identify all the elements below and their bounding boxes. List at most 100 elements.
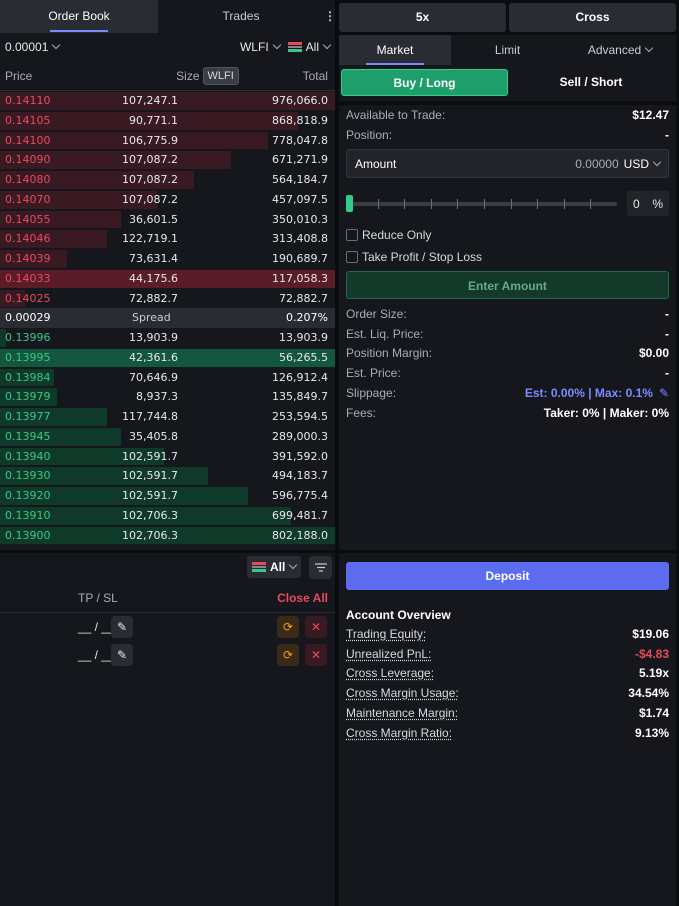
bid-row[interactable]: 0.13945 35,405.8 289,000.3 (0, 427, 335, 447)
edit-tpsl-button[interactable]: ✎ (111, 644, 133, 666)
account-row-label[interactable]: Cross Margin Ratio: (346, 726, 452, 740)
account-row-label[interactable]: Maintenance Margin: (346, 706, 458, 720)
ask-size: 107,247.1 (122, 94, 178, 107)
bid-row[interactable]: 0.13940 102,591.7 391,592.0 (0, 447, 335, 467)
amount-unit-select[interactable]: USD (624, 157, 649, 171)
ask-row[interactable]: 0.14033 44,175.6 117,058.3 (0, 269, 335, 289)
edit-tpsl-button[interactable]: ✎ (111, 616, 133, 638)
tab-trades[interactable]: Trades (158, 0, 324, 33)
account-summary: Available to Trade: $12.47 Position: - (339, 105, 676, 145)
col-tpsl: TP / SL (78, 591, 118, 605)
reduce-only-checkbox[interactable]: Reduce Only (346, 228, 431, 242)
bid-total: 135,849.7 (272, 390, 328, 404)
bid-row[interactable]: 0.13910 102,706.3 699,481.7 (0, 506, 335, 526)
bid-row[interactable]: 0.13920 102,591.7 596,775.4 (0, 486, 335, 506)
bid-size: 102,706.3 (122, 528, 178, 542)
bid-total: 253,594.5 (272, 410, 328, 423)
filter-icon[interactable] (309, 556, 332, 579)
tpsl-checkbox[interactable]: Take Profit / Stop Loss (346, 250, 482, 264)
tpsl-label: Take Profit / Stop Loss (362, 250, 483, 264)
bid-row[interactable]: 0.13977 117,744.8 253,594.5 (0, 407, 335, 427)
bid-size: 13,903.9 (129, 331, 178, 344)
slider-tick (484, 199, 485, 209)
bid-row[interactable]: 0.13995 42,361.6 56,265.5 (0, 348, 335, 368)
deposit-button[interactable]: Deposit (346, 562, 669, 590)
positions-filter-select[interactable]: All (247, 556, 302, 578)
tab-limit[interactable]: Limit (451, 35, 564, 65)
bid-row[interactable]: 0.13979 8,937.3 135,849.7 (0, 387, 335, 407)
size-slider[interactable] (346, 189, 621, 219)
bid-price: 0.13995 (5, 350, 51, 364)
bid-price: 0.13945 (5, 429, 51, 443)
reverse-position-button[interactable]: ⟳ (277, 616, 299, 638)
more-options-icon[interactable]: ⋮ (324, 0, 336, 33)
account-row-label[interactable]: Cross Leverage: (346, 666, 434, 680)
slippage-value[interactable]: Est: 0.00% | Max: 0.1% (525, 386, 653, 400)
slippage-row: Slippage: Est: 0.00% | Max: 0.1% ✎ (339, 383, 676, 403)
ask-row[interactable]: 0.14046 122,719.1 313,408.8 (0, 229, 335, 249)
tab-advanced[interactable]: Advanced (564, 35, 676, 65)
ask-price: 0.14090 (5, 153, 51, 167)
account-row: Cross Leverage: 5.19x (339, 664, 676, 684)
buy-long-button[interactable]: Buy / Long (341, 69, 508, 96)
leverage-button[interactable]: 5x (339, 3, 506, 32)
bid-size: 117,744.8 (122, 410, 178, 423)
fees-row: Fees: Taker: 0% | Maker: 0% (339, 403, 676, 423)
order-type-tabs: Market Limit Advanced (339, 35, 676, 65)
ask-row[interactable]: 0.14090 107,087.2 671,271.9 (0, 150, 335, 170)
ask-row[interactable]: 0.14070 107,087.2 457,097.5 (0, 190, 335, 210)
col-price: Price (5, 68, 33, 83)
size-unit-badge[interactable]: WLFI (202, 66, 239, 85)
side-filter-select[interactable]: All (287, 40, 332, 54)
reverse-position-button[interactable]: ⟳ (277, 644, 299, 666)
amount-field[interactable]: Amount 0.00000 USD (346, 149, 669, 178)
bid-row[interactable]: 0.13930 102,591.7 494,183.7 (0, 466, 335, 486)
account-row-label[interactable]: Unrealized PnL: (346, 647, 431, 661)
ask-row[interactable]: 0.14105 90,771.1 868,818.9 (0, 111, 335, 131)
pencil-icon[interactable]: ✎ (659, 386, 669, 400)
ask-price: 0.14110 (5, 94, 51, 107)
bids-list: 0.13996 13,903.9 13,903.9 0.13995 42,361.6 56… (0, 328, 335, 545)
slider-handle[interactable] (346, 195, 353, 212)
position-margin-label: Position Margin: (346, 346, 433, 361)
positions-panel: All TP / SL Close All __ / __ ✎ ⟳ ✕ __ /… (0, 553, 335, 906)
side-selector: Buy / Long Sell / Short (341, 69, 674, 96)
bid-total: 699,481.7 (272, 508, 328, 522)
tick-size-value: 0.00001 (5, 40, 49, 54)
ask-row[interactable]: 0.14039 73,631.4 190,689.7 (0, 249, 335, 269)
ask-row[interactable]: 0.14100 106,775.9 778,047.8 (0, 131, 335, 151)
close-position-button[interactable]: ✕ (305, 644, 327, 666)
coin-select[interactable]: WLFI (240, 40, 281, 54)
margin-mode-button[interactable]: Cross (509, 3, 676, 32)
sell-short-button[interactable]: Sell / Short (508, 69, 674, 96)
ask-total: 778,047.8 (272, 133, 328, 147)
ask-row[interactable]: 0.14080 107,087.2 564,184.7 (0, 170, 335, 190)
close-position-button[interactable]: ✕ (305, 616, 327, 638)
ask-price: 0.14025 (5, 291, 51, 305)
ask-size: 107,087.2 (122, 192, 178, 206)
bid-total: 126,912.4 (272, 370, 328, 384)
bid-total: 56,265.5 (279, 350, 328, 364)
ask-row[interactable]: 0.14055 36,601.5 350,010.3 (0, 210, 335, 230)
account-row: Unrealized PnL: -$4.83 (339, 644, 676, 664)
bid-row[interactable]: 0.13984 70,646.9 126,912.4 (0, 368, 335, 388)
tab-order-book[interactable]: Order Book (0, 0, 158, 33)
account-row-label[interactable]: Cross Margin Usage: (346, 686, 459, 700)
bid-price: 0.13977 (5, 410, 51, 423)
est-price-value: - (665, 366, 669, 381)
ask-row[interactable]: 0.14025 72,882.7 72,882.7 (0, 289, 335, 309)
tab-market[interactable]: Market (339, 35, 451, 65)
enter-amount-button[interactable]: Enter Amount (346, 271, 669, 299)
bid-row[interactable]: 0.13900 102,706.3 802,188.0 (0, 526, 335, 546)
ask-total: 190,689.7 (272, 252, 328, 265)
bid-row[interactable]: 0.13996 13,903.9 13,903.9 (0, 328, 335, 348)
ask-size: 90,771.1 (129, 113, 178, 127)
ask-row[interactable]: 0.14110 107,247.1 976,066.0 (0, 91, 335, 111)
slider-percent-input[interactable]: 0% (627, 191, 669, 216)
account-row-label[interactable]: Trading Equity: (346, 627, 426, 641)
position-margin-row: Position Margin: $0.00 (339, 344, 676, 364)
col-total: Total (302, 68, 328, 83)
tick-size-select[interactable]: 0.00001 (5, 40, 61, 54)
close-all-button[interactable]: Close All (277, 591, 328, 605)
fees-value: Taker: 0% | Maker: 0% (543, 405, 669, 420)
